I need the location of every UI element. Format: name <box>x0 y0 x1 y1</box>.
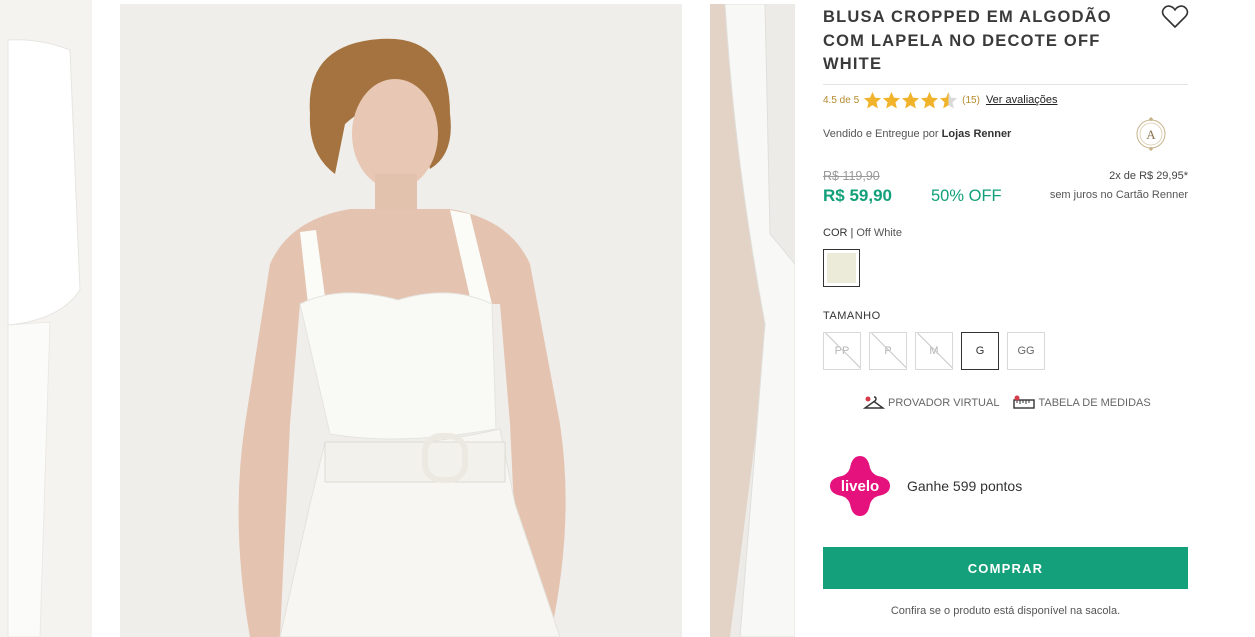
star-icon <box>902 91 920 108</box>
favorite-button[interactable] <box>1161 4 1189 30</box>
availability-note: Confira se o produto está disponível na … <box>890 605 1121 617</box>
seller-name: Lojas Renner <box>941 128 1012 140</box>
product-gallery <box>0 0 795 637</box>
svg-text:livelo: livelo <box>841 478 879 495</box>
product-info-panel: BLUSA CROPPED EM ALGODÃO COM LAPELA NO D… <box>823 0 1189 637</box>
gallery-image-main[interactable] <box>120 4 682 637</box>
buy-button[interactable]: COMPRAR <box>823 547 1188 589</box>
size-chart-label: TABELA DE MEDIDAS <box>1038 397 1151 409</box>
rating-row: 4.5 de 5 (15) Ver avaliações <box>823 90 1058 110</box>
size-tools: PROVADOR VIRTUAL TABELA DE MEDIDAS <box>863 394 1151 412</box>
seller-prefix: Vendido e Entregue por <box>823 128 939 140</box>
rating-text: 4.5 de 5 <box>823 94 860 106</box>
color-label: COR | Off White <box>823 227 902 239</box>
livelo-points: Ganhe 599 pontos <box>907 478 1023 494</box>
color-value: Off White <box>856 227 902 239</box>
star-icon <box>883 91 901 108</box>
star-half-icon <box>940 91 958 108</box>
virtual-fitting-button[interactable]: PROVADOR VIRTUAL <box>863 394 999 412</box>
old-price: R$ 119,90 <box>823 169 880 183</box>
review-count: (15) <box>962 94 980 106</box>
gallery-image-previous[interactable] <box>0 0 92 637</box>
size-chart-button[interactable]: TABELA DE MEDIDAS <box>1013 394 1151 412</box>
measuring-tape-icon <box>1013 395 1036 409</box>
seller-logo: A <box>1134 115 1168 153</box>
star-icon <box>864 91 882 108</box>
product-title: BLUSA CROPPED EM ALGODÃO COM LAPELA NO D… <box>823 8 1112 73</box>
installments-note: sem juros no Cartão Renner <box>1049 189 1188 201</box>
size-label: TAMANHO <box>823 310 881 322</box>
size-options: PP P M G GG <box>823 332 1045 370</box>
swatch-fill <box>827 253 856 283</box>
installments-text: 2x de R$ 29,95* <box>1109 170 1188 182</box>
title-divider <box>823 84 1188 85</box>
hanger-icon <box>863 396 885 409</box>
svg-text:A: A <box>1146 127 1156 142</box>
size-option-gg[interactable]: GG <box>1007 332 1045 370</box>
livelo-logo: livelo <box>828 454 892 518</box>
seller-info: Vendido e Entregue por Lojas Renner <box>823 128 1011 140</box>
color-swatch-off-white[interactable] <box>823 249 860 287</box>
star-icon <box>921 91 939 108</box>
size-option-pp[interactable]: PP <box>823 332 861 370</box>
discount-badge: 50% OFF <box>931 187 1002 205</box>
color-label-separator: | <box>850 227 854 239</box>
current-price: R$ 59,90 <box>823 186 892 205</box>
virtual-fitting-label: PROVADOR VIRTUAL <box>888 397 1000 409</box>
size-option-g[interactable]: G <box>961 332 999 370</box>
color-label-title: COR <box>823 227 848 239</box>
heart-icon <box>1161 5 1189 28</box>
gallery-image-next[interactable] <box>710 4 795 637</box>
see-reviews-link[interactable]: Ver avaliações <box>986 94 1058 106</box>
size-option-m[interactable]: M <box>915 332 953 370</box>
size-option-p[interactable]: P <box>869 332 907 370</box>
rating-stars <box>863 91 958 110</box>
